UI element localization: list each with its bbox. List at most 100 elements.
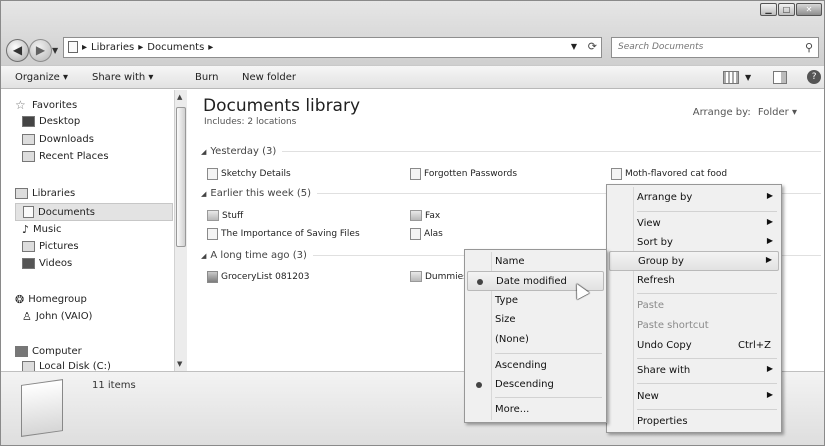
radio-bullet-icon — [476, 382, 482, 388]
breadcrumb-libraries[interactable]: Libraries — [91, 42, 134, 53]
submenu-item-none[interactable]: (None) — [467, 330, 604, 350]
submenu-arrow-icon: ▶ — [766, 236, 773, 245]
menu-separator — [495, 397, 602, 398]
minimize-icon[interactable]: ▁ — [760, 3, 777, 16]
file-item[interactable]: Alas — [410, 228, 443, 240]
change-view-icon[interactable] — [723, 70, 739, 84]
folder-icon — [410, 210, 422, 221]
nav-homegroup[interactable]: ❂ Homegroup — [15, 293, 87, 306]
address-dropdown-icon[interactable]: ▼ — [571, 42, 577, 51]
arrange-by-label: Arrange by: — [692, 107, 751, 118]
star-icon: ☆ — [15, 98, 26, 112]
arrange-by-dropdown[interactable]: Folder ▾ — [758, 107, 797, 118]
menu-label: Descending — [495, 379, 554, 390]
item-count: 11 items — [92, 380, 136, 391]
nav-label: Pictures — [39, 241, 79, 252]
collapse-icon[interactable]: ◢ — [201, 252, 206, 260]
menu-item-sort-by[interactable]: Sort by ▶ — [609, 233, 779, 253]
nav-libraries[interactable]: Libraries — [15, 188, 75, 199]
file-item[interactable]: Moth-flavored cat food — [611, 168, 727, 180]
scroll-down-icon[interactable]: ▼ — [177, 360, 182, 368]
refresh-icon[interactable]: ⟳ — [588, 40, 597, 53]
radio-bullet-icon — [477, 279, 483, 285]
recent-pages-dropdown-icon[interactable]: ▼ — [52, 46, 58, 55]
file-name: The Importance of Saving Files — [221, 229, 360, 239]
file-item[interactable]: Stuff — [207, 210, 243, 221]
nav-computer[interactable]: Computer — [15, 346, 82, 357]
folder-icon — [410, 271, 422, 282]
breadcrumb-documents[interactable]: Documents — [147, 42, 204, 53]
menu-label: Share with — [637, 365, 691, 376]
nav-downloads[interactable]: Downloads — [22, 134, 94, 145]
menu-item-new[interactable]: New ▶ — [609, 387, 779, 407]
maximize-icon[interactable]: □ — [778, 3, 795, 16]
user-icon: ♙ — [22, 310, 32, 323]
search-input[interactable] — [616, 41, 794, 53]
search-box[interactable]: ⚲ — [611, 37, 819, 58]
view-dropdown-icon[interactable]: ▼ — [745, 73, 751, 82]
nav-music[interactable]: ♪ Music — [22, 223, 61, 236]
scroll-up-icon[interactable]: ▲ — [177, 93, 182, 101]
submenu-item-size[interactable]: Size — [467, 310, 604, 330]
menu-item-properties[interactable]: Properties — [609, 412, 779, 432]
file-item[interactable]: Sketchy Details — [207, 168, 291, 180]
organize-button[interactable]: Organize ▾ — [15, 72, 68, 83]
group-header-yesterday[interactable]: ◢ Yesterday (3) — [201, 146, 821, 157]
group-divider — [282, 151, 821, 152]
nav-desktop[interactable]: Desktop — [22, 116, 80, 127]
share-with-button[interactable]: Share with ▾ — [92, 72, 153, 83]
navigation-pane: ☆ Favorites Desktop Downloads Recent Pla… — [1, 90, 187, 371]
menu-item-share-with[interactable]: Share with ▶ — [609, 361, 779, 381]
breadcrumb-separator-icon[interactable]: ▸ — [208, 42, 213, 53]
menu-item-view[interactable]: View ▶ — [609, 214, 779, 234]
menu-item-paste[interactable]: Paste — [609, 296, 779, 316]
nav-videos[interactable]: Videos — [22, 258, 72, 269]
new-folder-button[interactable]: New folder — [242, 72, 296, 83]
nav-local-disk[interactable]: Local Disk (C:) — [22, 361, 111, 371]
nav-favorites[interactable]: ☆ Favorites — [15, 99, 77, 112]
nav-label: Downloads — [39, 134, 94, 145]
breadcrumb-separator-icon[interactable]: ▸ — [138, 42, 143, 53]
menu-item-group-by[interactable]: Group by ▶ — [609, 251, 779, 271]
file-item[interactable]: Fax — [410, 210, 440, 221]
nav-documents[interactable]: Documents — [15, 203, 173, 221]
file-item[interactable]: The Importance of Saving Files — [207, 228, 360, 240]
menu-item-undo-copy[interactable]: Undo Copy Ctrl+Z — [609, 336, 779, 356]
address-bar[interactable]: ▸ Libraries ▸ Documents ▸ ▼ ⟳ — [63, 37, 602, 58]
preview-pane-icon[interactable] — [773, 70, 788, 84]
close-icon[interactable]: ✕ — [796, 3, 822, 16]
breadcrumb-separator-icon[interactable]: ▸ — [82, 42, 87, 53]
locations-link[interactable]: 2 locations — [247, 117, 296, 127]
collapse-icon[interactable]: ◢ — [201, 190, 206, 198]
nav-john-vaio[interactable]: ♙ John (VAIO) — [22, 310, 92, 323]
group-by-submenu: Name Date modified Type Size (None) Asce… — [464, 249, 607, 423]
submenu-item-descending[interactable]: Descending — [467, 375, 604, 395]
menu-item-paste-shortcut[interactable]: Paste shortcut — [609, 316, 779, 336]
help-icon[interactable]: ? — [807, 70, 822, 84]
nav-label: Music — [33, 224, 62, 235]
nav-pictures[interactable]: Pictures — [22, 241, 79, 252]
submenu-item-name[interactable]: Name — [467, 252, 604, 272]
menu-label: Name — [495, 256, 525, 267]
menu-item-refresh[interactable]: Refresh — [609, 271, 779, 291]
nav-recent-places[interactable]: Recent Places — [22, 151, 109, 162]
back-button[interactable]: ◀ — [6, 39, 29, 62]
burn-button[interactable]: Burn — [195, 72, 218, 83]
menu-label: Properties — [637, 416, 688, 427]
collapse-icon[interactable]: ◢ — [201, 148, 206, 156]
forward-button[interactable]: ▶ — [29, 39, 52, 62]
search-icon[interactable]: ⚲ — [805, 41, 813, 54]
navigation-scrollbar[interactable]: ▲ ▼ — [174, 90, 187, 371]
document-icon — [207, 228, 218, 240]
file-item[interactable]: GroceryList 081203 — [207, 271, 309, 283]
videos-icon — [22, 258, 35, 269]
scrollbar-thumb[interactable] — [176, 107, 186, 247]
menu-item-arrange-by[interactable]: Arrange by ▶ — [609, 188, 779, 208]
file-name: Dummies — [425, 271, 468, 282]
command-bar: Organize ▾ Share with ▾ Burn New folder … — [1, 65, 824, 89]
submenu-item-ascending[interactable]: Ascending — [467, 356, 604, 376]
file-item[interactable]: Forgotten Passwords — [410, 168, 517, 180]
file-item[interactable]: Dummies — [410, 271, 468, 282]
menu-separator — [495, 353, 602, 354]
submenu-item-more[interactable]: More... — [467, 400, 604, 420]
